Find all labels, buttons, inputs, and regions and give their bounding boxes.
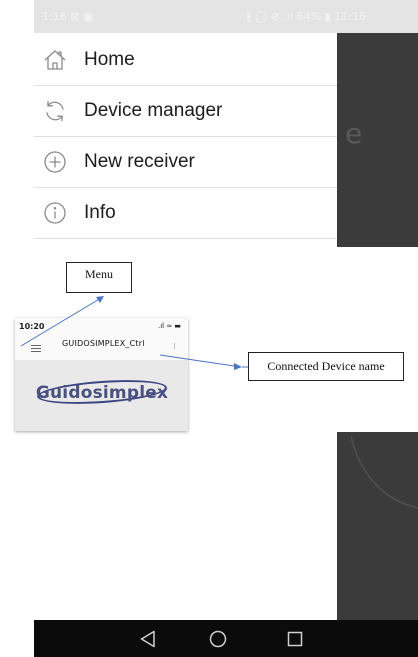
status-right-text: ∦ ◯ ⊘ .ıl 64% ▮ 11:16	[246, 10, 366, 23]
back-icon[interactable]	[138, 629, 158, 649]
mockup-divider	[174, 343, 175, 349]
mockup-time: 10:20	[19, 322, 45, 331]
menu-arrowhead	[96, 296, 104, 303]
drawer-item-label: Info	[84, 202, 116, 223]
info-icon	[42, 200, 68, 226]
device-arrowhead	[234, 363, 242, 370]
background-app-text: e	[345, 117, 363, 150]
refresh-icon	[42, 98, 68, 124]
mockup-signal-icons: .ıl ≈ ▬	[158, 322, 182, 330]
drawer-item-device-manager[interactable]: Device manager	[34, 86, 337, 137]
recents-icon[interactable]	[285, 629, 305, 649]
hamburger-menu-icon[interactable]	[31, 345, 41, 353]
mockup-header: 10:20 .ıl ≈ ▬ GUIDOSIMPLEX_Ctrl	[15, 318, 188, 360]
home-circle-icon[interactable]	[208, 629, 228, 649]
menu-callout: Menu	[66, 262, 132, 293]
drawer-scrim-bottom[interactable]	[337, 432, 418, 620]
drawer-item-label: Home	[84, 49, 135, 70]
status-bar: 1:16 ⊠ ▣ ∦ ◯ ⊘ .ıl 64% ▮ 11:16	[34, 0, 418, 33]
mockup-device-name: GUIDOSIMPLEX_Ctrl	[62, 339, 145, 348]
device-name-callout: Connected Device name	[248, 352, 404, 381]
status-left-text: 1:16 ⊠ ▣	[42, 10, 94, 23]
navigation-drawer: Home Device manager New receiver Info	[34, 33, 337, 247]
guidosimplex-logo: Guidosimplex	[29, 376, 175, 410]
drawer-item-new-receiver[interactable]: New receiver	[34, 137, 337, 188]
drawer-item-label: Device manager	[84, 100, 223, 121]
plus-circle-icon	[42, 149, 68, 175]
mockup-body: Guidosimplex	[15, 360, 188, 431]
background-ring-shape	[350, 435, 418, 509]
android-nav-bar	[34, 620, 418, 657]
drawer-item-info[interactable]: Info	[34, 188, 337, 239]
logo-text: Guidosimplex	[35, 383, 169, 403]
drawer-item-home[interactable]: Home	[34, 35, 337, 86]
home-icon	[42, 47, 68, 73]
app-header-mockup: 10:20 .ıl ≈ ▬ GUIDOSIMPLEX_Ctrl Guidosim…	[15, 318, 188, 431]
drawer-scrim-top[interactable]: e	[337, 33, 418, 247]
drawer-item-label: New receiver	[84, 151, 195, 172]
